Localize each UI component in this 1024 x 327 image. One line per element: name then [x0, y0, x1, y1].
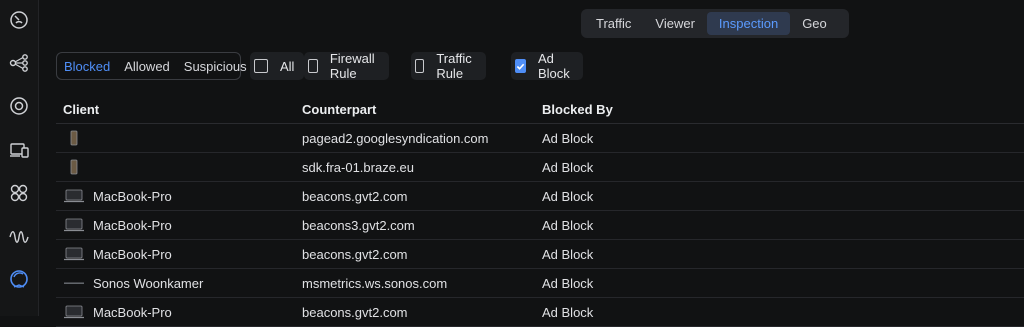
view-tabs: Traffic Viewer Inspection Geo [581, 9, 849, 38]
counterpart-cell: beacons3.gvt2.com [302, 217, 415, 233]
tab-viewer[interactable]: Viewer [643, 12, 707, 35]
blocked-by-cell: Ad Block [542, 188, 594, 204]
speaker-icon [63, 275, 85, 291]
checkbox-icon [254, 59, 268, 73]
checkmark-icon [515, 59, 526, 73]
checkbox-label: Ad Block [538, 51, 570, 81]
client-devices-icon[interactable] [5, 136, 33, 164]
column-header-blocked-by[interactable]: Blocked By [536, 102, 776, 117]
client-name: MacBook-Pro [93, 246, 172, 262]
laptop-icon [63, 304, 85, 320]
client-cell [56, 130, 296, 146]
checkbox-label: Traffic Rule [436, 51, 472, 81]
tab-inspection[interactable]: Inspection [706, 12, 791, 35]
blocked-by-cell: Ad Block [542, 304, 594, 320]
tab-traffic[interactable]: Traffic [584, 12, 643, 35]
sidebar [0, 0, 39, 316]
client-cell: MacBook-Pro [56, 217, 296, 233]
table-row[interactable]: MacBook-Pro beacons.gvt2.com Ad Block [56, 298, 1024, 327]
filter-firewall-rule-checkbox[interactable]: Firewall Rule [304, 51, 389, 81]
client-cell: MacBook-Pro [56, 246, 296, 262]
checkbox-icon [308, 59, 318, 73]
client-cell: MacBook-Pro [56, 304, 296, 320]
client-name: Sonos Woonkamer [93, 275, 204, 291]
blocked-by-cell: Ad Block [542, 217, 594, 233]
blocked-by-cell: Ad Block [542, 130, 594, 146]
phone-icon [63, 159, 85, 175]
tab-geo[interactable]: Geo [790, 12, 839, 35]
client-cell [56, 159, 296, 175]
client-cell: Sonos Woonkamer [56, 275, 296, 291]
blocked-by-cell: Ad Block [542, 159, 594, 175]
checkbox-label: All [280, 58, 295, 74]
table-row[interactable]: MacBook-Pro beacons.gvt2.com Ad Block [56, 182, 1024, 211]
checkbox-label: Firewall Rule [329, 51, 375, 81]
table-row[interactable]: pagead2.googlesyndication.com Ad Block [56, 124, 1024, 153]
table-row[interactable]: MacBook-Pro beacons.gvt2.com Ad Block [56, 240, 1024, 269]
client-name: MacBook-Pro [93, 217, 172, 233]
unifi-devices-icon[interactable] [5, 92, 33, 120]
laptop-icon [63, 217, 85, 233]
dashboard-icon[interactable] [5, 6, 33, 34]
table-header: Client Counterpart Blocked By [56, 96, 1024, 124]
client-name: MacBook-Pro [93, 188, 172, 204]
counterpart-cell: pagead2.googlesyndication.com [302, 130, 489, 146]
segment-allowed[interactable]: Allowed [124, 59, 170, 74]
insights-icon[interactable] [5, 265, 33, 293]
blocked-by-cell: Ad Block [542, 246, 594, 262]
counterpart-cell: beacons.gvt2.com [302, 188, 408, 204]
filter-ad-block-checkbox[interactable]: Ad Block [511, 51, 583, 81]
laptop-icon [63, 246, 85, 262]
column-header-client[interactable]: Client [56, 102, 296, 117]
table-row[interactable]: sdk.fra-01.braze.eu Ad Block [56, 153, 1024, 182]
segment-suspicious[interactable]: Suspicious [184, 59, 247, 74]
counterpart-cell: sdk.fra-01.braze.eu [302, 159, 415, 175]
blocked-by-cell: Ad Block [542, 275, 594, 291]
segment-blocked[interactable]: Blocked [64, 59, 110, 74]
counterpart-cell: beacons.gvt2.com [302, 246, 408, 262]
status-segmented-control: Blocked Allowed Suspicious [56, 52, 247, 80]
filter-all-checkbox[interactable]: All [250, 52, 305, 80]
table-body: pagead2.googlesyndication.com Ad Block sdk… [56, 124, 1024, 327]
phone-icon [63, 130, 85, 146]
signal-icon[interactable] [5, 223, 33, 251]
laptop-icon [63, 188, 85, 204]
filter-traffic-rule-checkbox[interactable]: Traffic Rule [411, 51, 487, 81]
client-name: MacBook-Pro [93, 304, 172, 320]
apps-icon[interactable] [5, 179, 33, 207]
inspection-table: Client Counterpart Blocked By pagead2.go… [56, 96, 1024, 327]
topology-icon[interactable] [5, 49, 33, 77]
counterpart-cell: beacons.gvt2.com [302, 304, 408, 320]
checkbox-icon [415, 59, 425, 73]
counterpart-cell: msmetrics.ws.sonos.com [302, 275, 448, 291]
table-row[interactable]: MacBook-Pro beacons3.gvt2.com Ad Block [56, 211, 1024, 240]
column-header-counterpart[interactable]: Counterpart [296, 102, 536, 117]
client-cell: MacBook-Pro [56, 188, 296, 204]
table-row[interactable]: Sonos Woonkamer msmetrics.ws.sonos.com Ad … [56, 269, 1024, 298]
